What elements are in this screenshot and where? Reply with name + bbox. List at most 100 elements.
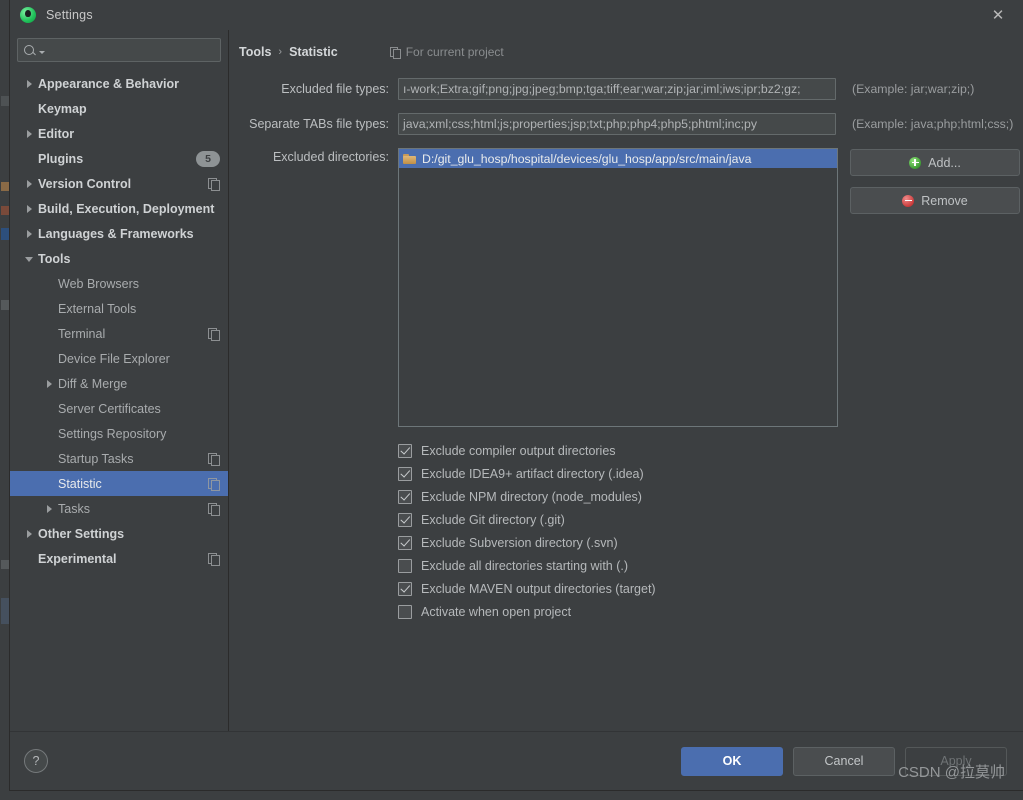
option-row[interactable]: Exclude Subversion directory (.svn) <box>398 531 1009 554</box>
settings-sidebar: Appearance & Behavior Keymap Editor Plugins… <box>10 30 229 731</box>
sidebar-item-startup-tasks[interactable]: Startup Tasks <box>10 446 228 471</box>
checkbox-checked-icon[interactable] <box>398 581 412 596</box>
separate-tabs-file-types-hint: (Example: java;php;html;css;) <box>852 117 1014 131</box>
checkbox-checked-icon[interactable] <box>398 535 412 550</box>
checkbox-unchecked-icon[interactable] <box>398 604 412 619</box>
chevron-right-icon[interactable] <box>24 178 35 189</box>
help-button[interactable]: ? <box>24 749 48 773</box>
sidebar-item-keymap[interactable]: Keymap <box>10 96 228 121</box>
option-label: Exclude all directories starting with (.… <box>421 558 629 573</box>
option-row[interactable]: Exclude Git directory (.git) <box>398 508 1009 531</box>
sidebar-item-label: Terminal <box>58 326 106 341</box>
background-chip <box>1 598 9 624</box>
chevron-right-icon[interactable] <box>24 203 35 214</box>
sidebar-item-languages-frameworks[interactable]: Languages & Frameworks <box>10 221 228 246</box>
chevron-down-icon[interactable] <box>24 253 35 264</box>
option-row[interactable]: Exclude NPM directory (node_modules) <box>398 485 1009 508</box>
option-label: Exclude MAVEN output directories (target… <box>421 581 656 596</box>
option-row[interactable]: Exclude compiler output directories <box>398 439 1009 462</box>
sidebar-item-external-tools[interactable]: External Tools <box>10 296 228 321</box>
sidebar-item-appearance-behavior[interactable]: Appearance & Behavior <box>10 71 228 96</box>
option-label: Exclude IDEA9+ artifact directory (.idea… <box>421 466 644 481</box>
separate-tabs-file-types-input[interactable]: java;xml;css;html;js;properties;jsp;txt;… <box>398 113 836 135</box>
chevron-right-icon[interactable] <box>24 78 35 89</box>
checkbox-checked-icon[interactable] <box>398 466 412 481</box>
scope-note-label: For current project <box>405 45 504 59</box>
checkbox-unchecked-icon[interactable] <box>398 558 412 573</box>
breadcrumb-parent[interactable]: Tools <box>239 45 271 59</box>
ok-button[interactable]: OK <box>681 746 783 776</box>
chevron-right-icon[interactable] <box>44 378 55 389</box>
excluded-directories-row: Excluded directories: D:/git_glu_hosp/ho… <box>239 148 1020 427</box>
dialog-body: Appearance & Behavior Keymap Editor Plugins… <box>10 30 1023 731</box>
excluded-file-types-label: Excluded file types: <box>281 82 389 96</box>
sidebar-item-editor[interactable]: Editor <box>10 121 228 146</box>
android-studio-icon <box>20 7 36 23</box>
footer-actions: OK Cancel Apply <box>681 746 1007 776</box>
option-label: Exclude NPM directory (node_modules) <box>421 489 642 504</box>
sidebar-item-version-control[interactable]: Version Control <box>10 171 228 196</box>
sidebar-item-tools[interactable]: Tools <box>10 246 228 271</box>
sidebar-item-label: Web Browsers <box>58 276 140 291</box>
excluded-file-types-input[interactable]: ı-work;Extra;gif;png;jpg;jpeg;bmp;tga;ti… <box>398 78 836 100</box>
dialog-titlebar: Settings ✕ <box>10 0 1023 30</box>
sidebar-item-statistic[interactable]: Statistic <box>10 471 228 496</box>
sidebar-item-plugins[interactable]: Plugins 5 <box>10 146 228 171</box>
sidebar-item-terminal[interactable]: Terminal <box>10 321 228 346</box>
dialog-footer: ? OK Cancel Apply CSDN @拉莫帅 <box>10 731 1023 790</box>
sidebar-item-label: Version Control <box>38 176 132 191</box>
sidebar-item-device-file-explorer[interactable]: Device File Explorer <box>10 346 228 371</box>
sidebar-item-label: Experimental <box>38 551 117 566</box>
search-wrapper <box>10 36 228 71</box>
option-row[interactable]: Exclude all directories starting with (.… <box>398 554 1009 577</box>
background-chip <box>1 96 9 106</box>
option-row[interactable]: Exclude IDEA9+ artifact directory (.idea… <box>398 462 1009 485</box>
sidebar-item-label: Keymap <box>38 101 87 116</box>
option-row[interactable]: Exclude MAVEN output directories (target… <box>398 577 1009 600</box>
apply-button: Apply <box>905 746 1007 776</box>
sidebar-item-other-settings[interactable]: Other Settings <box>10 521 228 546</box>
chevron-right-icon[interactable] <box>44 503 55 514</box>
directory-list-item[interactable]: D:/git_glu_hosp/hospital/devices/glu_hos… <box>399 149 837 168</box>
sidebar-item-label: Device File Explorer <box>58 351 170 366</box>
chevron-right-icon[interactable] <box>24 528 35 539</box>
close-icon[interactable]: ✕ <box>981 4 1015 26</box>
project-scope-icon <box>208 477 220 491</box>
checkbox-checked-icon[interactable] <box>398 512 412 527</box>
excluded-directories-label: Excluded directories: <box>272 150 389 164</box>
window-title: Settings <box>46 8 93 22</box>
sidebar-item-web-browsers[interactable]: Web Browsers <box>10 271 228 296</box>
cancel-button[interactable]: Cancel <box>793 746 895 776</box>
sidebar-item-settings-repository[interactable]: Settings Repository <box>10 421 228 446</box>
add-directory-button[interactable]: Add... <box>850 149 1020 176</box>
sidebar-item-diff-merge[interactable]: Diff & Merge <box>10 371 228 396</box>
background-chip <box>1 182 9 191</box>
sidebar-item-tasks[interactable]: Tasks <box>10 496 228 521</box>
plugins-count-badge: 5 <box>196 150 220 167</box>
chevron-right-icon[interactable] <box>24 228 35 239</box>
sidebar-item-experimental[interactable]: Experimental <box>10 546 228 571</box>
checkbox-checked-icon[interactable] <box>398 489 412 504</box>
settings-tree[interactable]: Appearance & Behavior Keymap Editor Plugins… <box>10 71 228 731</box>
exclusion-options-list: Exclude compiler output directories Exclu… <box>398 439 1009 623</box>
breadcrumb: Tools › Statistic For current project <box>239 42 1009 62</box>
sidebar-item-label: Plugins <box>38 151 84 166</box>
checkbox-checked-icon[interactable] <box>398 443 412 458</box>
scope-note: For current project <box>389 45 504 59</box>
remove-directory-button[interactable]: Remove <box>850 187 1020 214</box>
sidebar-item-server-certificates[interactable]: Server Certificates <box>10 396 228 421</box>
option-row[interactable]: Activate when open project <box>398 600 1009 623</box>
chevron-right-icon[interactable] <box>24 128 35 139</box>
background-chip <box>1 300 9 310</box>
sidebar-item-build-execution-deployment[interactable]: Build, Execution, Deployment <box>10 196 228 221</box>
search-box[interactable] <box>17 38 221 62</box>
excluded-directories-list[interactable]: D:/git_glu_hosp/hospital/devices/glu_hos… <box>398 148 838 427</box>
breadcrumb-separator-icon: › <box>278 46 283 58</box>
sidebar-item-label: Settings Repository <box>58 426 167 441</box>
